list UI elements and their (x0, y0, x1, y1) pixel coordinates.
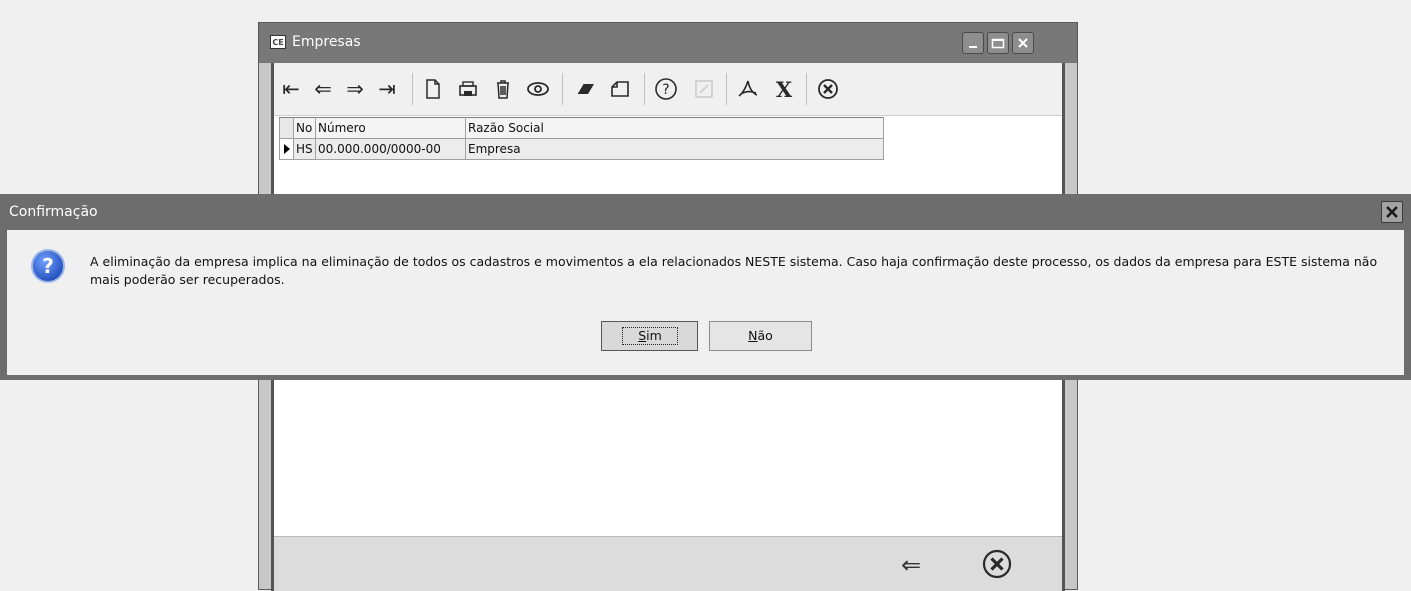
last-record-button[interactable]: ⇥ (373, 75, 401, 103)
folder-icon (611, 81, 629, 97)
new-button[interactable] (419, 75, 447, 103)
previous-record-button[interactable]: ⇐ (309, 75, 337, 103)
window-title-bar[interactable]: CE Empresas (259, 23, 1077, 63)
empresas-grid[interactable]: No Número Razão Social HS 00.000.000/000… (279, 117, 884, 160)
footer-back-button[interactable]: ⇐ (901, 551, 921, 579)
toolbar-separator (644, 73, 645, 105)
close-icon (1386, 206, 1398, 218)
next-record-button[interactable]: ⇒ (341, 75, 369, 103)
close-circle-icon (818, 79, 838, 99)
close-form-button[interactable] (814, 75, 842, 103)
open-button[interactable] (606, 75, 634, 103)
clear-button[interactable] (571, 75, 599, 103)
app-icon: CE (270, 35, 286, 49)
no-button[interactable]: Não (709, 321, 812, 351)
eye-icon (527, 82, 549, 96)
cell-no[interactable]: HS (293, 138, 316, 160)
trash-icon (497, 80, 509, 99)
minimize-button[interactable] (962, 32, 984, 54)
pdf-icon (738, 80, 758, 97)
window-footer: ⇐ (274, 536, 1062, 591)
toolbar-separator (726, 73, 727, 105)
column-header-numero[interactable]: Número (315, 117, 466, 139)
no-label: ão (757, 328, 773, 343)
print-button[interactable] (454, 75, 482, 103)
column-header-no[interactable]: No (293, 117, 316, 139)
printer-icon (459, 81, 477, 96)
yes-button[interactable]: Sim (601, 321, 698, 351)
cell-numero[interactable]: 00.000.000/0000-00 (315, 138, 466, 160)
help-button[interactable]: ? (652, 75, 680, 103)
toolbar-separator (806, 73, 807, 105)
next-record-icon: ⇒ (346, 76, 364, 101)
excel-icon: X (775, 76, 793, 102)
close-icon (1018, 38, 1028, 48)
no-mnemonic: N (748, 328, 758, 343)
maximize-button[interactable] (987, 32, 1009, 54)
view-button[interactable] (524, 75, 552, 103)
yes-mnemonic: S (638, 328, 647, 343)
question-icon: ? (30, 248, 66, 287)
dialog-body: ? A eliminação da empresa implica na eli… (7, 230, 1404, 375)
row-indicator-header (279, 117, 294, 139)
window-close-button[interactable] (1012, 32, 1034, 54)
window-title: Empresas (292, 34, 361, 50)
svg-text:?: ? (662, 82, 669, 98)
yes-label: im (646, 328, 662, 343)
row-indicator (279, 138, 294, 160)
table-row[interactable]: HS 00.000.000/0000-00 Empresa (279, 138, 884, 160)
focus-rectangle: Sim (622, 327, 678, 345)
edit-button[interactable] (690, 75, 718, 103)
new-document-icon (426, 79, 440, 99)
eraser-icon (576, 83, 594, 95)
close-circle-icon (982, 549, 1012, 579)
dialog-title: Confirmação (9, 204, 98, 220)
edit-disabled-icon (695, 80, 713, 98)
column-header-razao-social[interactable]: Razão Social (465, 117, 884, 139)
delete-button[interactable] (489, 75, 517, 103)
confirmation-dialog: Confirmação ? A eliminação da empresa im… (0, 194, 1411, 380)
minimize-icon (969, 46, 977, 48)
dialog-title-bar[interactable]: Confirmação (0, 194, 1411, 230)
dialog-message: A eliminação da empresa implica na elimi… (90, 254, 1378, 287)
data-table[interactable]: No Número Razão Social HS 00.000.000/000… (279, 117, 884, 160)
export-excel-button[interactable]: X (770, 75, 798, 103)
maximize-icon (991, 38, 1005, 49)
first-record-icon: ⇤ (282, 76, 300, 101)
toolbar: ⇤ ⇐ ⇒ ⇥ ? X (274, 63, 1062, 116)
toolbar-separator (562, 73, 563, 105)
footer-close-button[interactable] (981, 548, 1013, 583)
toolbar-separator (412, 73, 413, 105)
table-header-row: No Número Razão Social (279, 117, 884, 139)
export-pdf-button[interactable] (734, 75, 762, 103)
svg-text:?: ? (42, 254, 54, 278)
previous-record-icon: ⇐ (314, 76, 332, 101)
dialog-close-button[interactable] (1381, 201, 1403, 223)
first-record-button[interactable]: ⇤ (277, 75, 305, 103)
cell-razao-social[interactable]: Empresa (465, 138, 884, 160)
current-row-arrow-icon (284, 144, 290, 154)
last-record-icon: ⇥ (378, 76, 396, 101)
back-arrow-icon: ⇐ (901, 551, 922, 579)
help-icon: ? (655, 78, 677, 100)
